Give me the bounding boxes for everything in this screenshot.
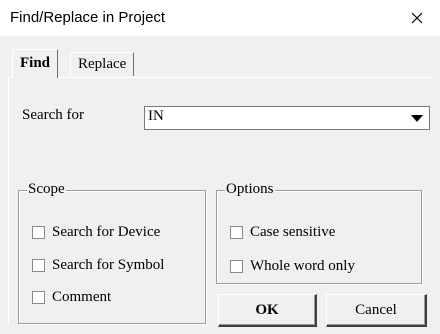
search-for-device-checkbox[interactable]: Search for Device xyxy=(32,224,160,241)
close-icon xyxy=(411,12,423,24)
checkbox-icon[interactable] xyxy=(32,259,45,272)
case-sensitive-checkbox[interactable]: Case sensitive xyxy=(230,224,335,241)
window-title: Find/Replace in Project xyxy=(10,9,166,26)
checkbox-icon[interactable] xyxy=(230,260,243,273)
search-for-symbol-checkbox[interactable]: Search for Symbol xyxy=(32,257,164,274)
options-legend: Options xyxy=(225,181,275,198)
whole-word-only-label: Whole word only xyxy=(250,258,355,274)
cancel-button[interactable]: Cancel xyxy=(326,294,427,327)
tab-find[interactable]: Find xyxy=(12,49,59,78)
scope-legend: Scope xyxy=(27,181,66,198)
comment-label: Comment xyxy=(52,289,112,305)
search-for-combobox[interactable]: IN xyxy=(144,106,430,130)
search-for-symbol-label: Search for Symbol xyxy=(52,257,165,273)
search-for-label: Search for xyxy=(22,107,85,123)
title-bar: Find/Replace in Project xyxy=(0,0,440,36)
search-for-value[interactable]: IN xyxy=(148,108,164,125)
case-sensitive-label: Case sensitive xyxy=(250,224,336,240)
checkbox-icon[interactable] xyxy=(32,226,45,239)
checkbox-icon[interactable] xyxy=(32,291,45,304)
comment-checkbox[interactable]: Comment xyxy=(32,289,111,306)
tab-replace[interactable]: Replace xyxy=(70,52,135,76)
checkbox-icon[interactable] xyxy=(230,226,243,239)
close-button[interactable] xyxy=(394,0,440,36)
ok-button[interactable]: OK xyxy=(218,294,317,327)
whole-word-only-checkbox[interactable]: Whole word only xyxy=(230,258,355,275)
dropdown-arrow-icon[interactable] xyxy=(411,115,423,122)
search-for-device-label: Search for Device xyxy=(52,224,161,240)
